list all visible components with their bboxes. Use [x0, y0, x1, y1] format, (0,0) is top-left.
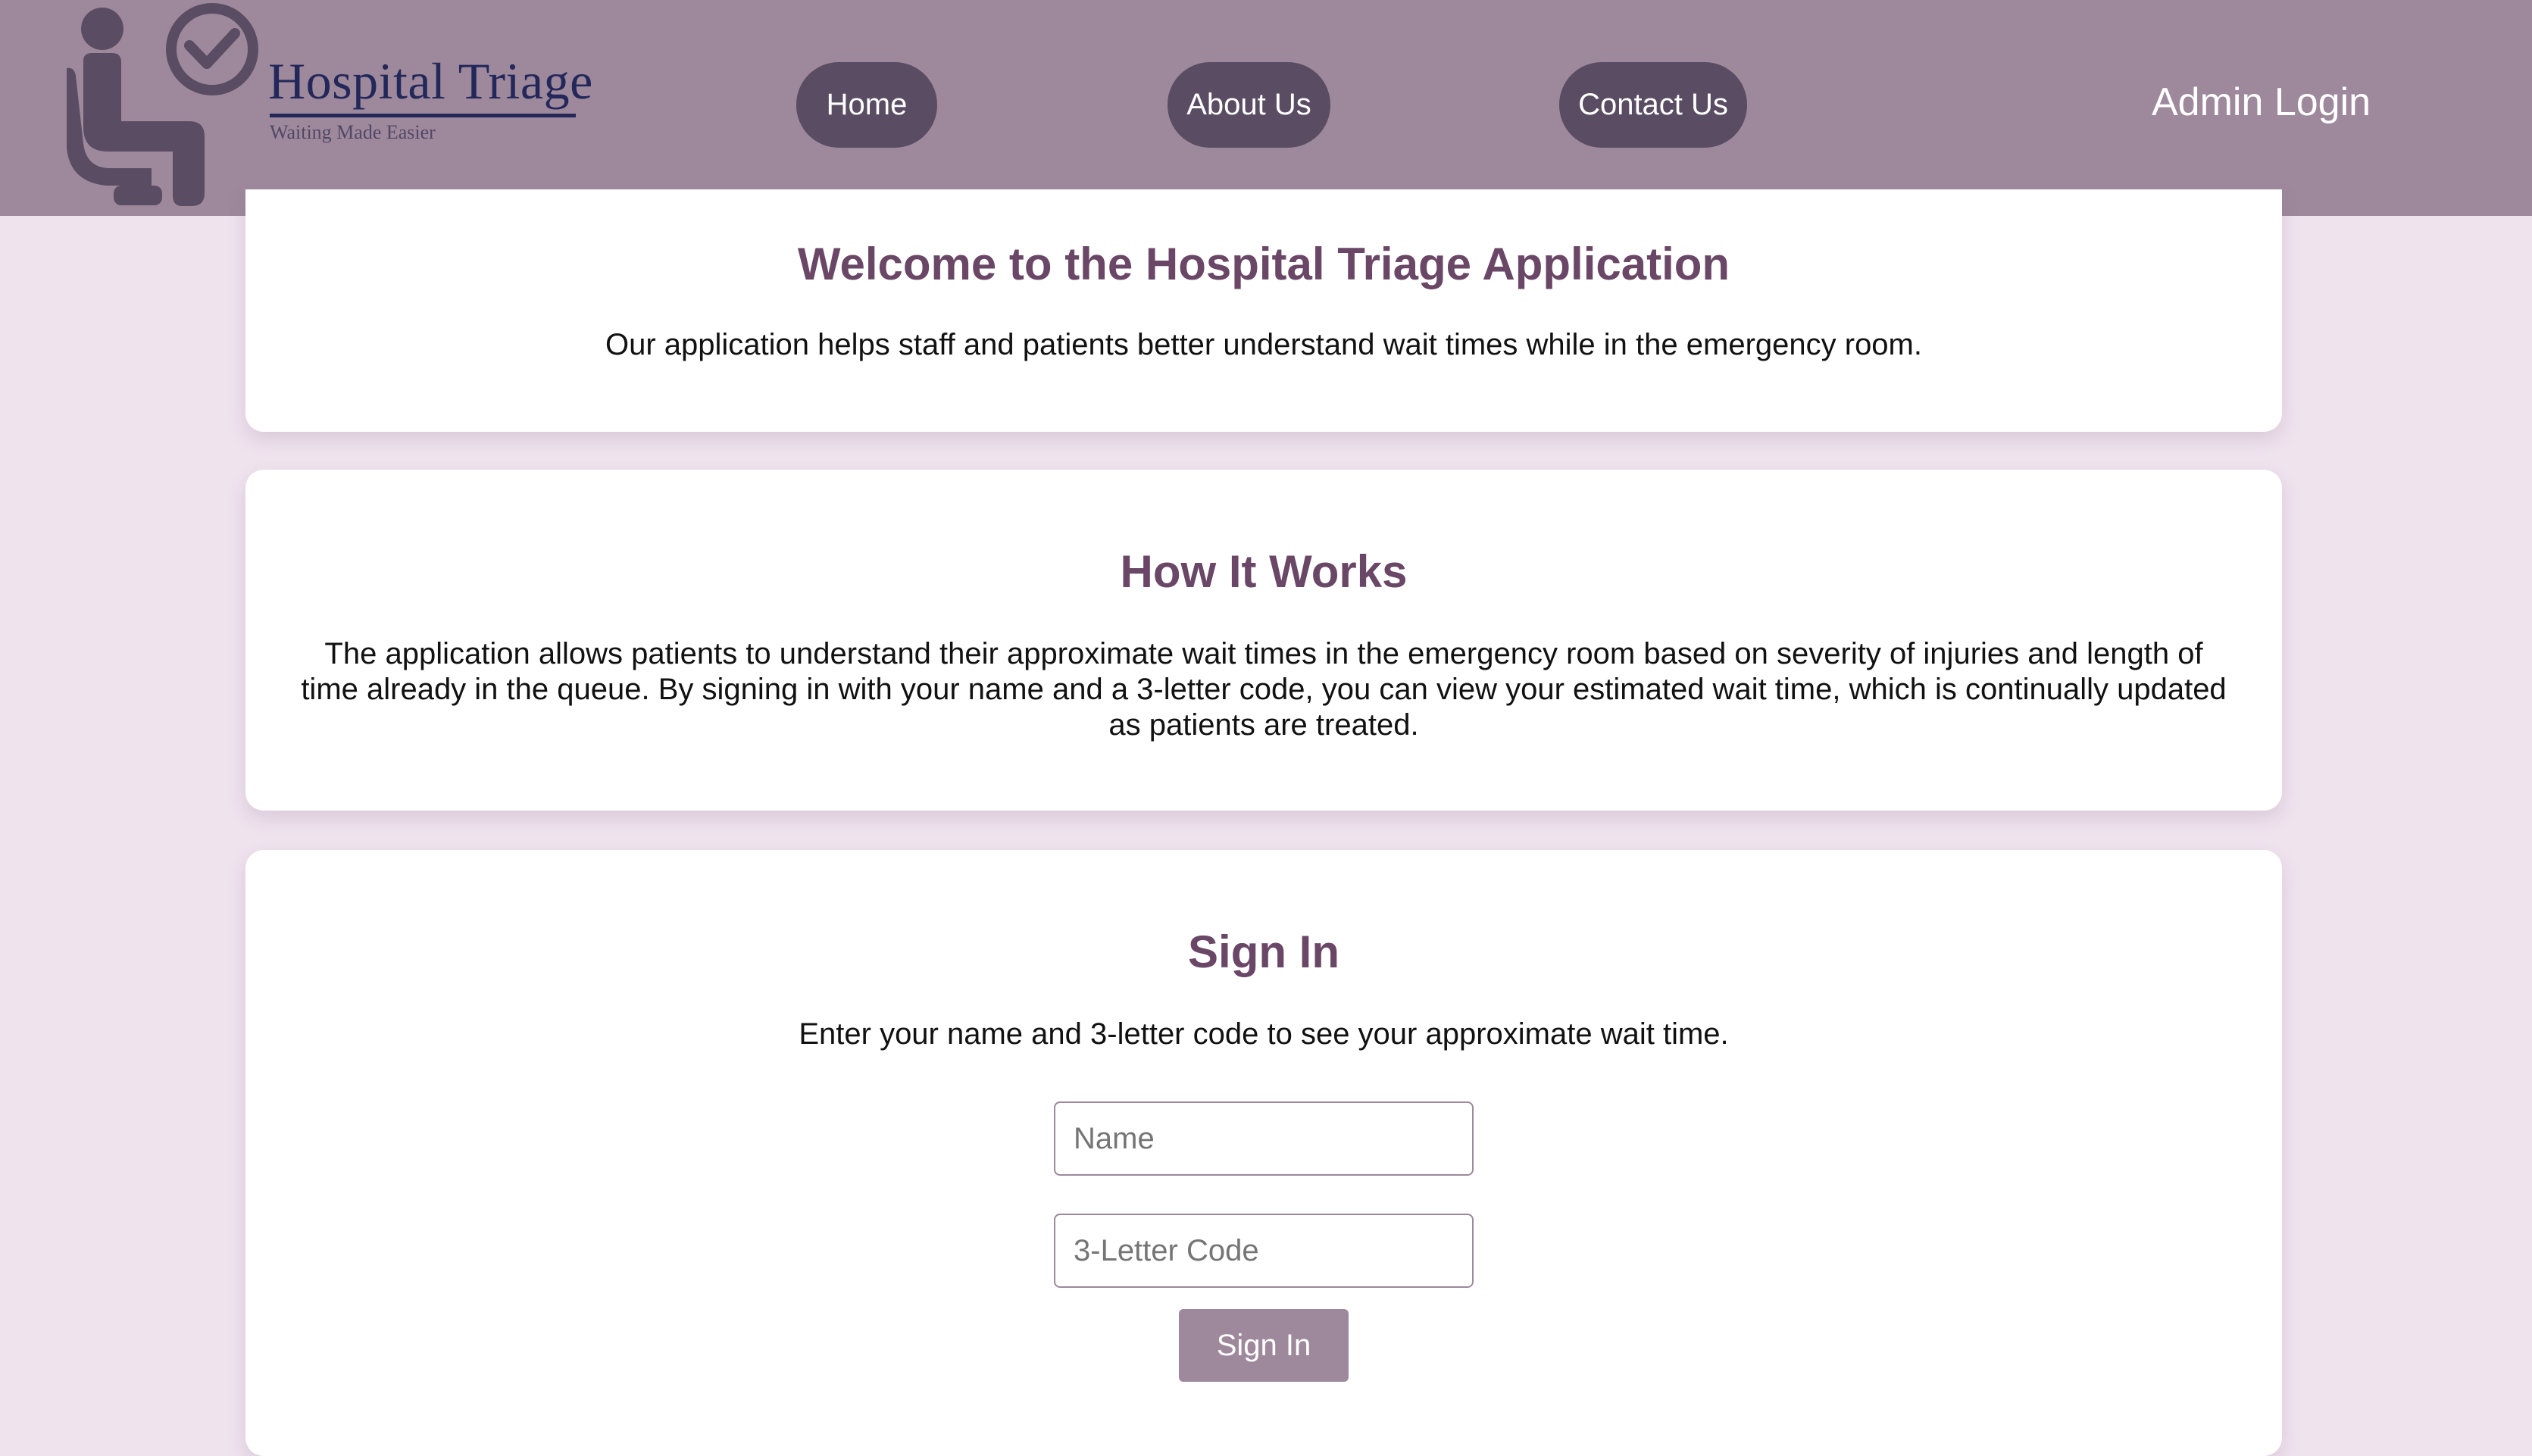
- logo-title: Hospital Triage: [268, 52, 593, 110]
- nav-about-us-button[interactable]: About Us: [1168, 62, 1330, 148]
- sign-in-title: Sign In: [1188, 926, 1339, 977]
- name-input[interactable]: [1054, 1101, 1474, 1176]
- welcome-text: Our application helps staff and patients…: [605, 328, 1922, 361]
- how-it-works-text: The application allows patients to under…: [301, 637, 2227, 742]
- logo-tagline: Waiting Made Easier: [270, 121, 436, 143]
- logo[interactable]: Hospital Triage Waiting Made Easier: [61, 0, 593, 216]
- sign-in-card: Sign In Enter your name and 3-letter cod…: [245, 850, 2282, 1456]
- nav-contact-us-button[interactable]: Contact Us: [1559, 62, 1747, 148]
- logo-underline: [270, 114, 576, 117]
- site-header: Hospital Triage Waiting Made Easier Home…: [0, 0, 2532, 216]
- how-it-works-card: How It Works The application allows pati…: [245, 470, 2282, 811]
- sign-in-button[interactable]: Sign In: [1179, 1309, 1349, 1382]
- admin-login-link[interactable]: Admin Login: [2152, 80, 2371, 125]
- welcome-card: Welcome to the Hospital Triage Applicati…: [245, 189, 2282, 432]
- code-input[interactable]: [1054, 1214, 1474, 1288]
- nav-home-button[interactable]: Home: [796, 62, 937, 148]
- welcome-title: Welcome to the Hospital Triage Applicati…: [797, 239, 1730, 289]
- waiting-patient-clock-icon: [67, 3, 258, 206]
- how-it-works-title: How It Works: [1120, 546, 1408, 597]
- sign-in-instructions: Enter your name and 3-letter code to see…: [799, 1017, 1729, 1051]
